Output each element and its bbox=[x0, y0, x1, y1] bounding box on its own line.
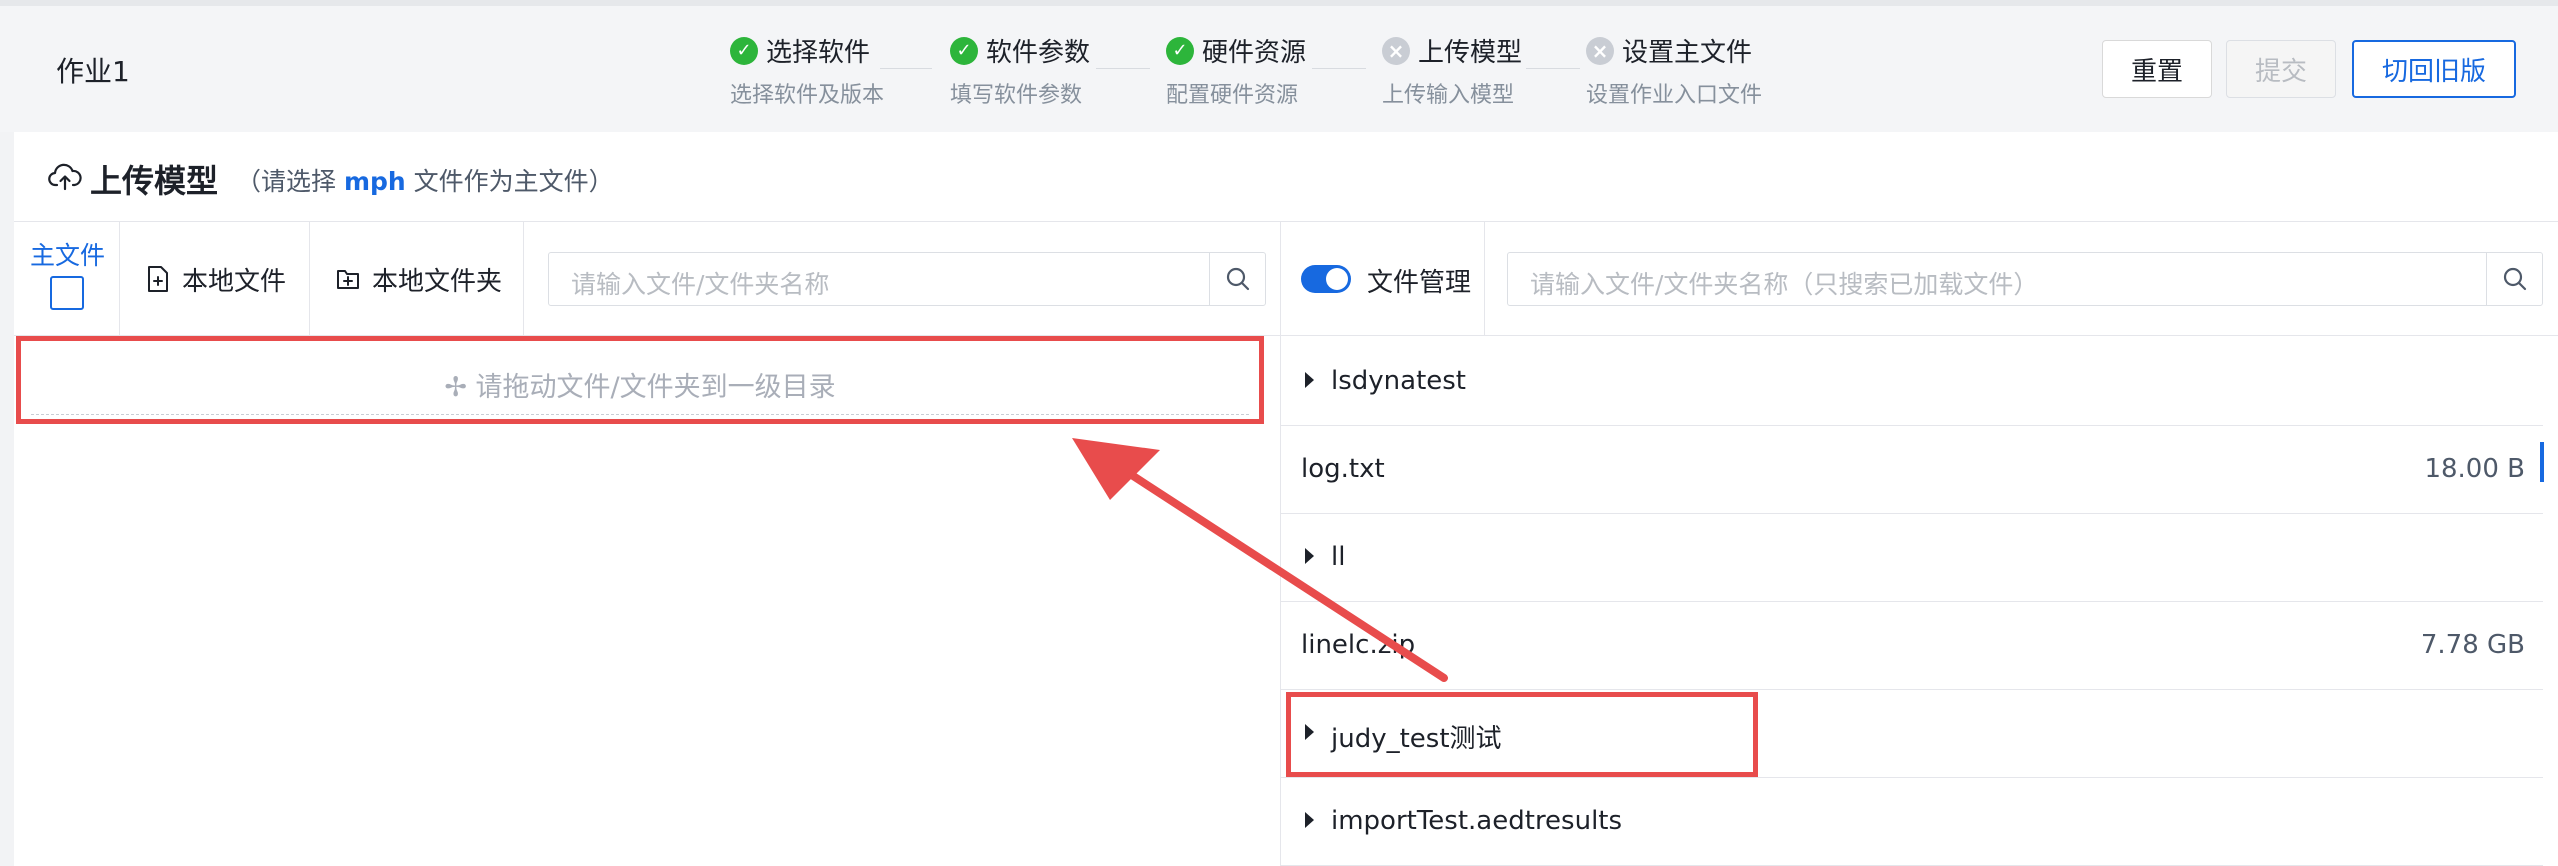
file-row-lsdynatest[interactable]: lsdynatest bbox=[1281, 338, 2543, 426]
right-search-input[interactable]: 请输入文件/文件夹名称（只搜索已加载文件） bbox=[1507, 252, 2543, 306]
right-search-button[interactable] bbox=[2486, 253, 2542, 305]
file-list: lsdynatest log.txt 18.00 B ll linelc.zip… bbox=[1281, 338, 2558, 866]
step-hardware[interactable]: ✓ 硬件资源 配置硬件资源 bbox=[1166, 32, 1306, 109]
step-title: 上传模型 bbox=[1418, 38, 1523, 68]
main-file-checkbox[interactable] bbox=[50, 276, 84, 310]
upload-hint: （请选择 mph 文件作为主文件） bbox=[236, 162, 614, 198]
step-software-params[interactable]: ✓ 软件参数 填写软件参数 bbox=[950, 32, 1090, 109]
file-row-log-txt[interactable]: log.txt 18.00 B bbox=[1281, 426, 2543, 514]
right-search-placeholder: 请输入文件/文件夹名称（只搜索已加载文件） bbox=[1530, 270, 2039, 299]
step-set-main-file[interactable]: × 设置主文件 设置作业入口文件 bbox=[1586, 32, 1762, 109]
check-icon: ✓ bbox=[730, 36, 758, 65]
upload-hint-suffix: 文件作为主文件） bbox=[413, 167, 614, 196]
file-manager-toggle-area: 文件管理 bbox=[1281, 222, 1485, 336]
file-size: 7.78 GB bbox=[2420, 630, 2525, 660]
caret-right-icon[interactable] bbox=[1305, 372, 1314, 388]
file-name: ll bbox=[1331, 542, 1346, 572]
file-name: log.txt bbox=[1301, 454, 1385, 484]
main-file-label: 主文件 bbox=[30, 241, 106, 270]
drop-zone[interactable]: ✢ 请拖动文件/文件夹到一级目录 bbox=[16, 336, 1264, 424]
file-size: 18.00 B bbox=[2424, 454, 2525, 484]
file-add-icon bbox=[148, 266, 168, 292]
upload-hint-extension: mph bbox=[343, 167, 406, 196]
header: 作业1 ✓ 选择软件 选择软件及版本 ✓ 软件参数 填写软件参数 ✓ 硬件资源 … bbox=[0, 6, 2558, 132]
step-title: 硬件资源 bbox=[1202, 38, 1307, 68]
upload-title: 上传模型 bbox=[90, 162, 219, 200]
caret-right-icon[interactable] bbox=[1305, 812, 1314, 828]
local-file-label: 本地文件 bbox=[182, 266, 287, 297]
file-name: importTest.aedtresults bbox=[1331, 806, 1623, 836]
step-title: 选择软件 bbox=[766, 38, 871, 68]
cloud-upload-icon bbox=[48, 163, 82, 191]
left-search-placeholder: 请输入文件/文件夹名称 bbox=[571, 270, 830, 299]
check-icon: ✓ bbox=[1166, 36, 1194, 65]
upload-hint-prefix: （请选择 bbox=[236, 167, 337, 196]
file-name: lsdynatest bbox=[1331, 366, 1467, 396]
left-search-input[interactable]: 请输入文件/文件夹名称 bbox=[548, 252, 1266, 306]
search-icon bbox=[1226, 267, 1249, 291]
reset-button[interactable]: 重置 bbox=[2102, 40, 2212, 98]
file-row-linelc-zip[interactable]: linelc.zip 7.78 GB bbox=[1281, 602, 2543, 690]
check-icon: ✓ bbox=[950, 36, 978, 65]
step-connector bbox=[880, 68, 932, 69]
step-connector bbox=[1096, 68, 1150, 69]
main-file-column: 主文件 bbox=[14, 222, 120, 336]
step-desc: 设置作业入口文件 bbox=[1586, 83, 1763, 108]
left-toolbar: 主文件 本地文件 本地文件夹 请输入文件/文件夹名称 bbox=[14, 222, 1280, 336]
file-row-importtest[interactable]: importTest.aedtresults bbox=[1281, 778, 2543, 866]
step-select-software[interactable]: ✓ 选择软件 选择软件及版本 bbox=[730, 32, 884, 109]
local-folder-button[interactable]: 本地文件夹 bbox=[310, 222, 524, 336]
file-name: linelc.zip bbox=[1301, 630, 1416, 660]
drop-hint: ✢ 请拖动文件/文件夹到一级目录 bbox=[21, 365, 1259, 404]
step-title: 设置主文件 bbox=[1622, 38, 1753, 68]
file-manager-toggle[interactable] bbox=[1301, 265, 1351, 293]
close-icon: × bbox=[1382, 36, 1410, 65]
step-connector bbox=[1526, 68, 1580, 69]
annotation-highlight-box bbox=[1286, 692, 1758, 777]
right-toolbar: 文件管理 请输入文件/文件夹名称（只搜索已加载文件） bbox=[1281, 222, 2558, 336]
folder-add-icon bbox=[337, 270, 359, 289]
search-icon bbox=[2503, 267, 2526, 291]
upload-title-bar: 上传模型 （请选择 mph 文件作为主文件） bbox=[14, 132, 2558, 222]
submit-button[interactable]: 提交 bbox=[2226, 40, 2336, 98]
step-desc: 配置硬件资源 bbox=[1166, 83, 1299, 108]
step-desc: 填写软件参数 bbox=[950, 83, 1083, 108]
drop-zone-dashed-line bbox=[31, 414, 1249, 415]
step-desc: 上传输入模型 bbox=[1382, 83, 1515, 108]
caret-right-icon[interactable] bbox=[1305, 548, 1314, 564]
left-search-button[interactable] bbox=[1209, 253, 1265, 305]
step-upload-model[interactable]: × 上传模型 上传输入模型 bbox=[1382, 32, 1522, 109]
step-desc: 选择软件及版本 bbox=[730, 83, 885, 108]
move-icon: ✢ bbox=[444, 372, 467, 403]
step-title: 软件参数 bbox=[986, 38, 1091, 68]
toggle-knob bbox=[1326, 268, 1348, 290]
file-row-ll[interactable]: ll bbox=[1281, 514, 2543, 602]
scrollbar-thumb[interactable] bbox=[2540, 442, 2544, 482]
step-connector bbox=[1312, 68, 1366, 69]
file-manager-label: 文件管理 bbox=[1367, 268, 1472, 298]
switch-old-version-button[interactable]: 切回旧版 bbox=[2352, 40, 2516, 98]
local-file-button[interactable]: 本地文件 bbox=[120, 222, 310, 336]
close-icon: × bbox=[1586, 36, 1614, 65]
drop-hint-text: 请拖动文件/文件夹到一级目录 bbox=[475, 372, 836, 403]
local-folder-label: 本地文件夹 bbox=[372, 266, 503, 297]
